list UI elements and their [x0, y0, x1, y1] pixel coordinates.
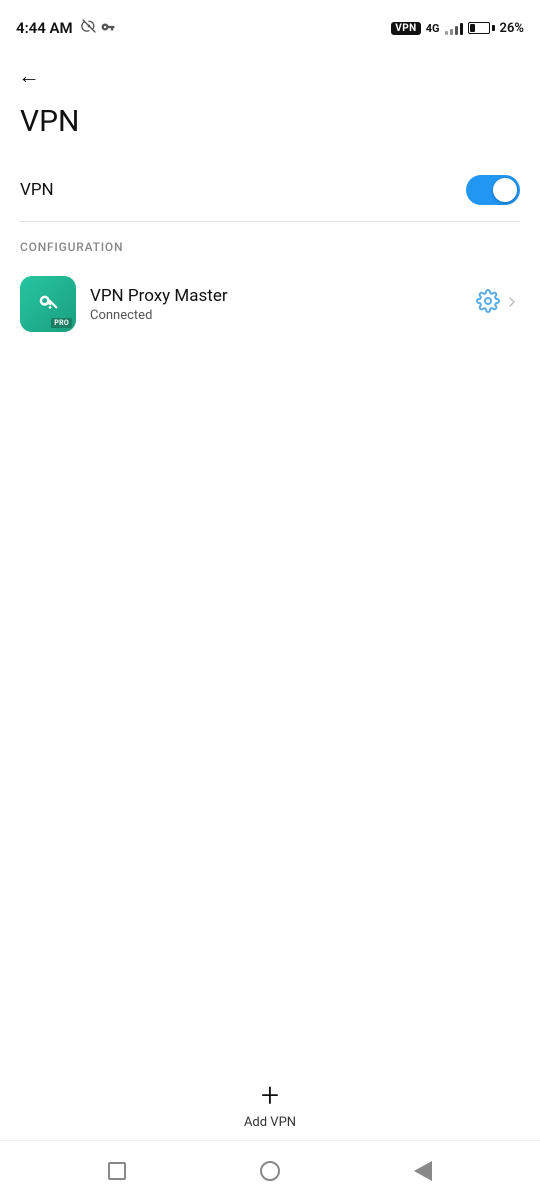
nav-back-button[interactable]	[409, 1157, 437, 1185]
nav-square-button[interactable]	[103, 1157, 131, 1185]
bottom-nav	[0, 1140, 540, 1200]
key-icon	[101, 20, 115, 37]
status-bar: 4:44 AM VPN 4G	[0, 0, 540, 52]
square-icon	[108, 1162, 126, 1180]
configuration-section-label: CONFIGURATION	[0, 222, 540, 262]
add-vpn-label: Add VPN	[244, 1115, 296, 1130]
add-vpn-plus-icon: +	[261, 1079, 279, 1111]
vpn-status-badge: VPN	[391, 22, 421, 35]
vpn-toggle-switch[interactable]	[466, 175, 520, 205]
gear-icon[interactable]	[476, 289, 500, 319]
circle-icon	[260, 1161, 280, 1181]
mute-icon	[81, 18, 97, 38]
vpn-toggle-row: VPN	[0, 159, 540, 221]
pro-badge: PRO	[51, 318, 72, 328]
vpn-item-status: Connected	[90, 308, 462, 323]
page-title: VPN	[0, 96, 540, 159]
toggle-knob	[493, 178, 517, 202]
back-arrow-icon: ←	[18, 64, 40, 89]
chevron-right-icon	[504, 294, 520, 315]
back-button[interactable]: ←	[0, 52, 540, 96]
network-type: 4G	[426, 22, 440, 35]
vpn-item-name: VPN Proxy Master	[90, 286, 462, 306]
battery-icon	[468, 22, 495, 34]
add-vpn-section[interactable]: + Add VPN	[0, 1079, 540, 1130]
vpn-config-item[interactable]: PRO VPN Proxy Master Connected	[0, 262, 540, 346]
triangle-icon	[414, 1161, 432, 1181]
vpn-item-info: VPN Proxy Master Connected	[90, 286, 462, 323]
vpn-item-actions	[476, 289, 520, 319]
nav-home-button[interactable]	[256, 1157, 284, 1185]
vpn-app-icon: PRO	[20, 276, 76, 332]
battery-percent: 26%	[500, 21, 524, 36]
status-time: 4:44 AM	[16, 19, 73, 37]
signal-bars	[445, 21, 463, 35]
vpn-toggle-label: VPN	[20, 180, 54, 200]
